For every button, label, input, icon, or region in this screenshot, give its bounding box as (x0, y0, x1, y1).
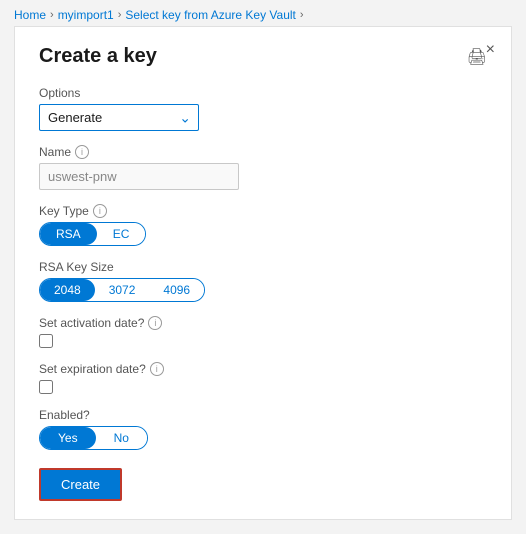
name-input[interactable] (39, 163, 239, 190)
activation-section: Set activation date? i (39, 316, 487, 348)
name-section: Name i (39, 145, 487, 190)
name-info-icon[interactable]: i (75, 145, 89, 159)
expiration-label: Set expiration date? i (39, 362, 487, 376)
key-size-2048[interactable]: 2048 (40, 279, 95, 301)
expiration-info-icon[interactable]: i (150, 362, 164, 376)
key-size-3072[interactable]: 3072 (95, 279, 150, 301)
key-type-ec[interactable]: EC (97, 223, 146, 245)
breadcrumb-sep-2: › (118, 9, 122, 21)
name-label: Name i (39, 145, 487, 159)
create-button-wrapper: Create (39, 468, 487, 501)
rsa-key-size-label: RSA Key Size (39, 260, 487, 274)
breadcrumb-select-key[interactable]: Select key from Azure Key Vault (125, 8, 296, 22)
key-type-rsa[interactable]: RSA (40, 223, 97, 245)
key-type-label: Key Type i (39, 204, 487, 218)
enabled-label: Enabled? (39, 408, 487, 422)
key-type-section: Key Type i RSA EC (39, 204, 487, 246)
enabled-section: Enabled? Yes No (39, 408, 487, 450)
options-label: Options (39, 86, 487, 100)
key-type-info-icon[interactable]: i (93, 204, 107, 218)
print-icon[interactable]: 🖨 (467, 47, 487, 67)
panel-header: Create a key 🖨 (39, 45, 487, 68)
expiration-checkbox-wrapper (39, 380, 487, 394)
enabled-toggle: Yes No (39, 426, 148, 450)
options-section: Options Generate Import (39, 86, 487, 131)
key-size-4096[interactable]: 4096 (149, 279, 204, 301)
close-icon[interactable]: × (486, 41, 495, 59)
create-key-panel: Create a key 🖨 × Options Generate Import… (14, 26, 512, 520)
key-type-toggle: RSA EC (39, 222, 146, 246)
panel-title: Create a key (39, 45, 457, 68)
breadcrumb-myimport[interactable]: myimport1 (58, 8, 114, 22)
rsa-key-size-section: RSA Key Size 2048 3072 4096 (39, 260, 487, 302)
activation-checkbox-wrapper (39, 334, 487, 348)
expiration-checkbox[interactable] (39, 380, 53, 394)
activation-label: Set activation date? i (39, 316, 487, 330)
expiration-section: Set expiration date? i (39, 362, 487, 394)
enabled-yes[interactable]: Yes (40, 427, 96, 449)
enabled-no[interactable]: No (96, 427, 147, 449)
breadcrumb-home[interactable]: Home (14, 8, 46, 22)
activation-checkbox[interactable] (39, 334, 53, 348)
breadcrumb-sep-3: › (300, 9, 304, 21)
create-button[interactable]: Create (39, 468, 122, 501)
breadcrumb-sep-1: › (50, 9, 54, 21)
rsa-key-size-toggle: 2048 3072 4096 (39, 278, 205, 302)
activation-info-icon[interactable]: i (148, 316, 162, 330)
options-select[interactable]: Generate Import (39, 104, 199, 131)
breadcrumb: Home › myimport1 › Select key from Azure… (0, 0, 526, 26)
options-select-wrapper: Generate Import (39, 104, 199, 131)
